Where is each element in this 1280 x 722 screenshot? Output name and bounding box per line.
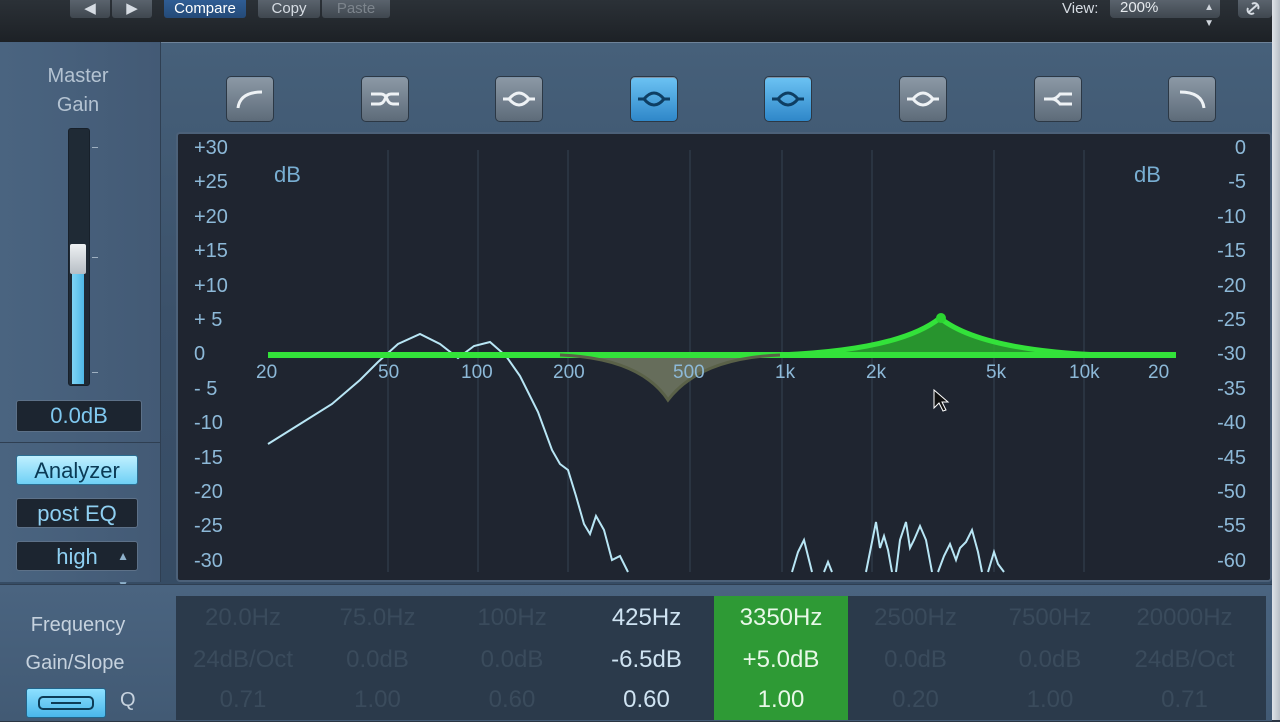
frequency-tick-label: 500 — [673, 362, 705, 383]
band-6-gain-value[interactable]: 0.0dB — [849, 646, 983, 674]
left-db-tick-label: -20 — [194, 481, 223, 503]
band-3-parameters: 100Hz 0.0dB 0.60 — [445, 596, 579, 720]
frequency-tick-label: 2k — [866, 362, 887, 383]
frequency-tick-label: 200 — [553, 362, 585, 383]
band-5-frequency-value[interactable]: 3350Hz — [714, 604, 848, 632]
band-5-handle[interactable] — [936, 313, 946, 323]
band-5-q-value[interactable]: 1.00 — [714, 686, 848, 714]
band-1-gain-value[interactable]: 24dB/Oct — [176, 646, 310, 674]
frequency-tick-label: 20 — [1148, 362, 1170, 383]
left-db-tick-label: + 5 — [194, 309, 223, 331]
db-right-title: dB — [1134, 162, 1161, 187]
band-4-gain-value[interactable]: -6.5dB — [580, 646, 714, 674]
band-3-frequency-value[interactable]: 100Hz — [445, 604, 579, 632]
right-db-tick-label: -5 — [1228, 171, 1246, 194]
right-db-tick-label: -25 — [1217, 309, 1246, 331]
band-2-q-value[interactable]: 1.00 — [311, 686, 445, 714]
left-db-tick-label: +25 — [194, 171, 228, 194]
right-db-tick-label: -20 — [1217, 274, 1246, 297]
band-6-q-value[interactable]: 0.20 — [849, 686, 983, 714]
band-8-gain-value[interactable]: 24dB/Oct — [1118, 646, 1252, 674]
frequency-row-label: Frequency — [30, 614, 126, 636]
left-db-tick-label: - 5 — [194, 377, 218, 400]
band-7-q-value[interactable]: 1.00 — [983, 686, 1117, 714]
band-4-cut-area — [560, 355, 780, 400]
band-6-frequency-value[interactable]: 2500Hz — [849, 604, 983, 632]
q-couple-button[interactable] — [26, 688, 106, 718]
left-db-tick-label: +10 — [194, 274, 228, 297]
right-db-tick-label: -50 — [1217, 481, 1246, 503]
frequency-tick-label: 10k — [1069, 362, 1100, 383]
right-db-tick-label: -15 — [1217, 240, 1246, 263]
right-db-tick-label: -30 — [1217, 343, 1246, 366]
band-5-parameters: 3350Hz +5.0dB 1.00 — [714, 596, 848, 720]
band-7-parameters: 7500Hz 0.0dB 1.00 — [983, 596, 1117, 720]
band-3-q-value[interactable]: 0.60 — [445, 686, 579, 714]
frequency-tick-label: 1k — [775, 362, 796, 383]
band-2-gain-value[interactable]: 0.0dB — [311, 646, 445, 674]
band-7-gain-value[interactable]: 0.0dB — [983, 646, 1117, 674]
left-db-tick-label: 0 — [194, 343, 206, 366]
band-8-q-value[interactable]: 0.71 — [1118, 686, 1252, 714]
band-3-gain-value[interactable]: 0.0dB — [445, 646, 579, 674]
band-1-frequency-value[interactable]: 20.0Hz — [176, 604, 310, 632]
mouse-cursor-icon — [933, 388, 950, 412]
gain-slope-row-label: Gain/Slope — [25, 652, 125, 674]
band-4-parameters: 425Hz -6.5dB 0.60 — [580, 596, 714, 720]
frequency-tick-label: 100 — [461, 362, 493, 383]
frequency-tick-label: 20 — [256, 362, 278, 383]
band-8-frequency-value[interactable]: 20000Hz — [1118, 604, 1252, 632]
left-db-tick-label: +15 — [194, 240, 228, 263]
right-db-tick-label: -45 — [1217, 446, 1246, 469]
frequency-tick-label: 50 — [378, 362, 400, 383]
left-db-tick-label: +20 — [194, 205, 228, 228]
band-6-parameters: 2500Hz 0.0dB 0.20 — [849, 596, 983, 720]
band-1-q-value[interactable]: 0.71 — [176, 686, 310, 714]
band-2-parameters: 75.0Hz 0.0dB 1.00 — [311, 596, 445, 720]
left-db-tick-label: -10 — [194, 412, 223, 435]
band-5-gain-value[interactable]: +5.0dB — [714, 646, 848, 674]
right-db-tick-label: -10 — [1217, 205, 1246, 228]
right-db-tick-label: -55 — [1217, 515, 1246, 538]
frequency-tick-label: 5k — [986, 362, 1007, 383]
right-db-tick-label: 0 — [1234, 137, 1246, 159]
q-couple-icon — [38, 696, 94, 710]
band-7-frequency-value[interactable]: 7500Hz — [983, 604, 1117, 632]
db-left-title: dB — [274, 162, 301, 187]
left-db-tick-label: -15 — [194, 446, 223, 469]
right-db-tick-label: -40 — [1217, 412, 1246, 435]
left-db-tick-label: -25 — [194, 515, 223, 538]
q-row-label: Q — [120, 689, 136, 711]
band-4-q-value[interactable]: 0.60 — [580, 686, 714, 714]
left-db-tick-label: -30 — [194, 549, 223, 572]
right-db-tick-label: -35 — [1217, 377, 1246, 400]
right-db-tick-label: -60 — [1217, 549, 1246, 572]
band-2-frequency-value[interactable]: 75.0Hz — [311, 604, 445, 632]
analyzer-curve-high — [791, 521, 1005, 573]
band-8-parameters: 20000Hz 24dB/Oct 0.71 — [1118, 596, 1252, 720]
band-4-frequency-value[interactable]: 425Hz — [580, 604, 714, 632]
left-db-tick-label: +30 — [194, 137, 228, 159]
band-1-parameters: 20.0Hz 24dB/Oct 0.71 — [176, 596, 310, 720]
